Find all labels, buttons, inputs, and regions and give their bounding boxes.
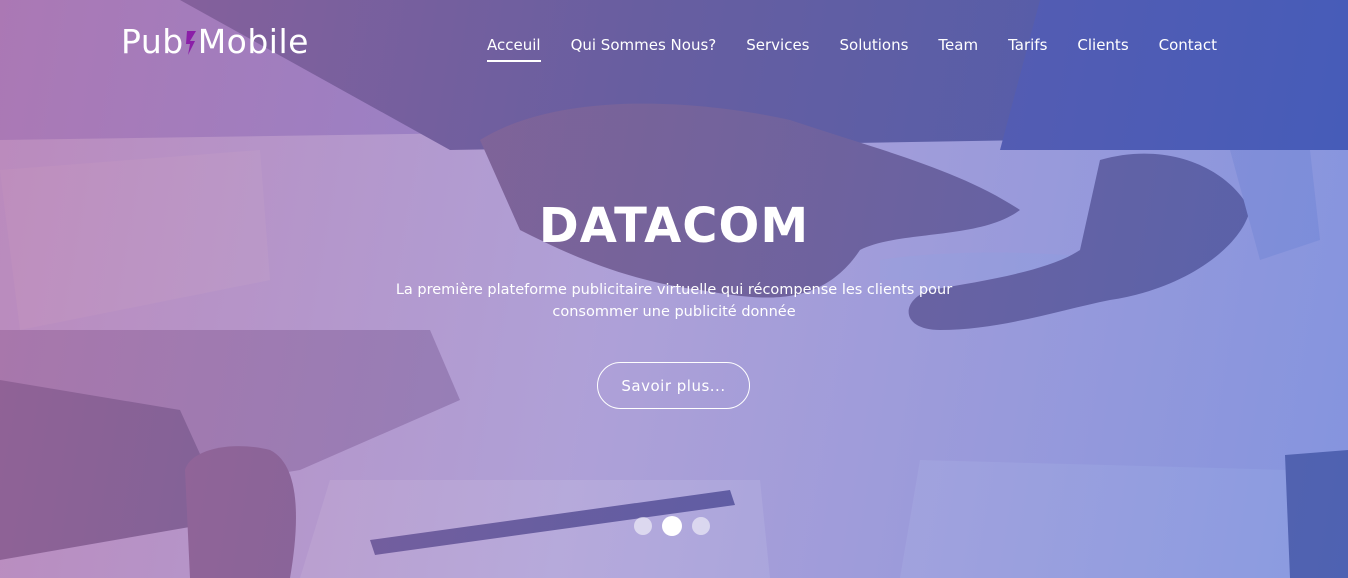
main-nav: Acceuil Qui Sommes Nous? Services Soluti… [487,36,1217,62]
nav-item-services[interactable]: Services [746,36,809,62]
nav-item-acceuil[interactable]: Acceuil [487,36,541,62]
lightning-bolt-icon [185,30,196,55]
carousel-indicators [634,516,710,536]
nav-item-team[interactable]: Team [938,36,978,62]
navbar: Pub Mobile Acceuil Qui Sommes Nous? Serv… [0,0,1348,90]
logo-text-pub: Pub [121,22,184,61]
carousel-dot-1[interactable] [634,517,652,535]
carousel-dot-2[interactable] [662,516,682,536]
hero-title: DATACOM [538,198,810,254]
logo-text-mobile: Mobile [197,22,309,61]
savoir-plus-button[interactable]: Savoir plus... [597,362,750,409]
nav-item-qui-sommes-nous[interactable]: Qui Sommes Nous? [571,36,717,62]
nav-item-solutions[interactable]: Solutions [840,36,909,62]
hero-section: Pub Mobile Acceuil Qui Sommes Nous? Serv… [0,0,1348,578]
nav-item-contact[interactable]: Contact [1159,36,1217,62]
carousel-dot-3[interactable] [692,517,710,535]
nav-item-tarifs[interactable]: Tarifs [1008,36,1047,62]
logo[interactable]: Pub Mobile [121,22,309,61]
nav-item-clients[interactable]: Clients [1077,36,1128,62]
hero-subtitle: La première plateforme publicitaire virt… [395,282,953,320]
